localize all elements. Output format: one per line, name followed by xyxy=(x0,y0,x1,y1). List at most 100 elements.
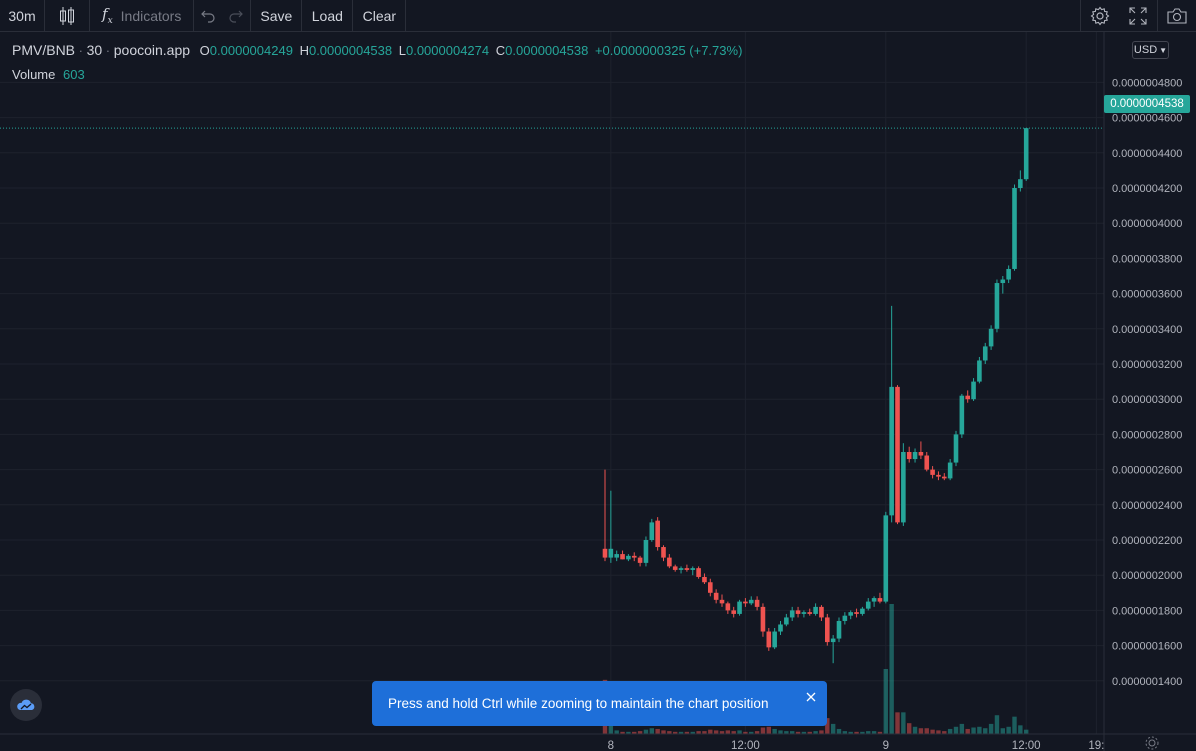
candle-body xyxy=(982,346,988,361)
load-button[interactable]: Load xyxy=(302,0,352,32)
toast-message: Press and hold Ctrl while zooming to mai… xyxy=(388,696,769,711)
candle-body xyxy=(1018,179,1023,188)
candle-body xyxy=(696,568,701,577)
candle-body xyxy=(789,610,795,618)
volume-bar xyxy=(930,729,935,734)
volume-bar xyxy=(883,669,888,734)
volume-bar xyxy=(643,729,649,734)
open-value: 0.0000004249 xyxy=(209,43,293,58)
candle-body xyxy=(778,624,783,632)
currency-button[interactable]: USD ▼ xyxy=(1132,41,1169,59)
candle-body xyxy=(784,617,789,625)
legend-ohlc: O0.0000004249 H0.0000004538 L0.000000427… xyxy=(200,43,743,58)
volume-label: Volume xyxy=(12,67,56,82)
volume-bar xyxy=(912,726,918,734)
volume-bar xyxy=(983,728,988,734)
undo-button[interactable] xyxy=(194,0,222,32)
candle-body xyxy=(602,548,608,558)
volume-bar xyxy=(959,723,965,734)
price-tick-label: 0.0000004800 xyxy=(1112,77,1182,89)
symbol-name[interactable]: PMV/BNB xyxy=(12,42,75,58)
candle-body xyxy=(801,612,807,614)
candle-body xyxy=(731,610,736,614)
candle-body xyxy=(860,608,865,614)
candle-body xyxy=(1012,188,1017,269)
volume-bar xyxy=(907,723,912,734)
tradingview-logo-button[interactable] xyxy=(10,689,42,721)
gear-icon xyxy=(1090,6,1110,26)
candle-body xyxy=(713,592,719,600)
toolbar-right-group xyxy=(1080,0,1196,32)
volume-bar xyxy=(994,715,1000,734)
candle-body xyxy=(655,520,660,548)
candle-body xyxy=(766,631,772,648)
price-tick-label: 0.0000003600 xyxy=(1112,289,1182,301)
candle-body xyxy=(942,476,947,479)
candle-body xyxy=(959,395,965,435)
price-tick-label: 0.0000002600 xyxy=(1112,465,1182,477)
candle-body xyxy=(977,360,982,382)
time-tick-label: 12:00 xyxy=(1012,740,1041,751)
candles xyxy=(602,128,1029,664)
volume-bar xyxy=(766,726,771,734)
volume-bar xyxy=(713,730,719,734)
screenshot-button[interactable] xyxy=(1158,0,1196,32)
candle-body xyxy=(953,434,959,463)
candle-body xyxy=(1006,268,1011,280)
candle-body xyxy=(702,576,707,583)
candle-body xyxy=(626,555,631,560)
save-button[interactable]: Save xyxy=(251,0,301,32)
candle-body xyxy=(743,601,748,604)
close-button[interactable] xyxy=(803,689,819,705)
close-value: 0.0000004538 xyxy=(505,43,589,58)
candle-body xyxy=(825,617,830,643)
candle-body xyxy=(667,557,672,567)
volume-bar xyxy=(725,730,731,734)
legend-source: poocoin.app xyxy=(113,42,191,58)
close-icon xyxy=(806,692,816,702)
price-chart[interactable]: 0.0000004800 0.0000004600 0.0000004400 0.00… xyxy=(0,32,1196,751)
redo-button[interactable] xyxy=(222,0,250,32)
cloud-logo-icon xyxy=(17,699,35,710)
chart-type-button[interactable] xyxy=(45,0,89,32)
time-axis-gear-icon[interactable] xyxy=(1145,736,1159,750)
time-tick-label: 9 xyxy=(883,740,889,751)
candle-body xyxy=(918,452,924,456)
settings-button[interactable] xyxy=(1081,0,1119,32)
time-axis: 8 12:00 9 12:00 19: xyxy=(608,740,1105,751)
volume-bar xyxy=(614,730,619,734)
volume-bar xyxy=(924,728,929,734)
candle-body xyxy=(924,455,930,470)
volume-bar xyxy=(895,712,900,734)
indicators-button[interactable]: fx Indicators xyxy=(90,0,193,32)
last-price-badge: 0.0000004538 xyxy=(1104,95,1190,113)
candle-body xyxy=(795,610,801,614)
volume-bar xyxy=(901,712,906,734)
candle-body xyxy=(631,555,637,558)
price-tick-label: 0.0000001800 xyxy=(1112,605,1182,617)
interval-button[interactable]: 30m xyxy=(0,0,44,32)
candle-body xyxy=(661,547,666,558)
candle-body xyxy=(748,599,754,604)
change-value: +0.0000000325 (+7.73%) xyxy=(594,43,743,58)
fullscreen-button[interactable] xyxy=(1119,0,1157,32)
candle-body xyxy=(608,548,614,558)
candle-body xyxy=(971,381,976,400)
redo-icon xyxy=(229,10,244,23)
volume-bar xyxy=(988,723,994,734)
top-toolbar: 30m fx Indicators Save Load Clear xyxy=(0,0,1196,32)
candle-body xyxy=(930,469,935,475)
chevron-down-icon: ▼ xyxy=(1159,45,1168,55)
volume-bar xyxy=(819,730,824,734)
symbol-legend: PMV/BNB · 30 · poocoin.app O0.0000004249… xyxy=(12,42,742,58)
candle-body xyxy=(649,522,655,540)
clear-button[interactable]: Clear xyxy=(353,0,405,32)
volume-bar xyxy=(1000,728,1005,734)
close-key: C xyxy=(495,43,506,58)
candle-body xyxy=(871,598,877,602)
candle-body xyxy=(1023,128,1029,180)
volume-bar xyxy=(965,728,970,734)
legend-dot: · xyxy=(105,43,114,58)
volume-bar xyxy=(977,726,982,734)
price-tick-label: 0.0000002400 xyxy=(1112,500,1182,512)
